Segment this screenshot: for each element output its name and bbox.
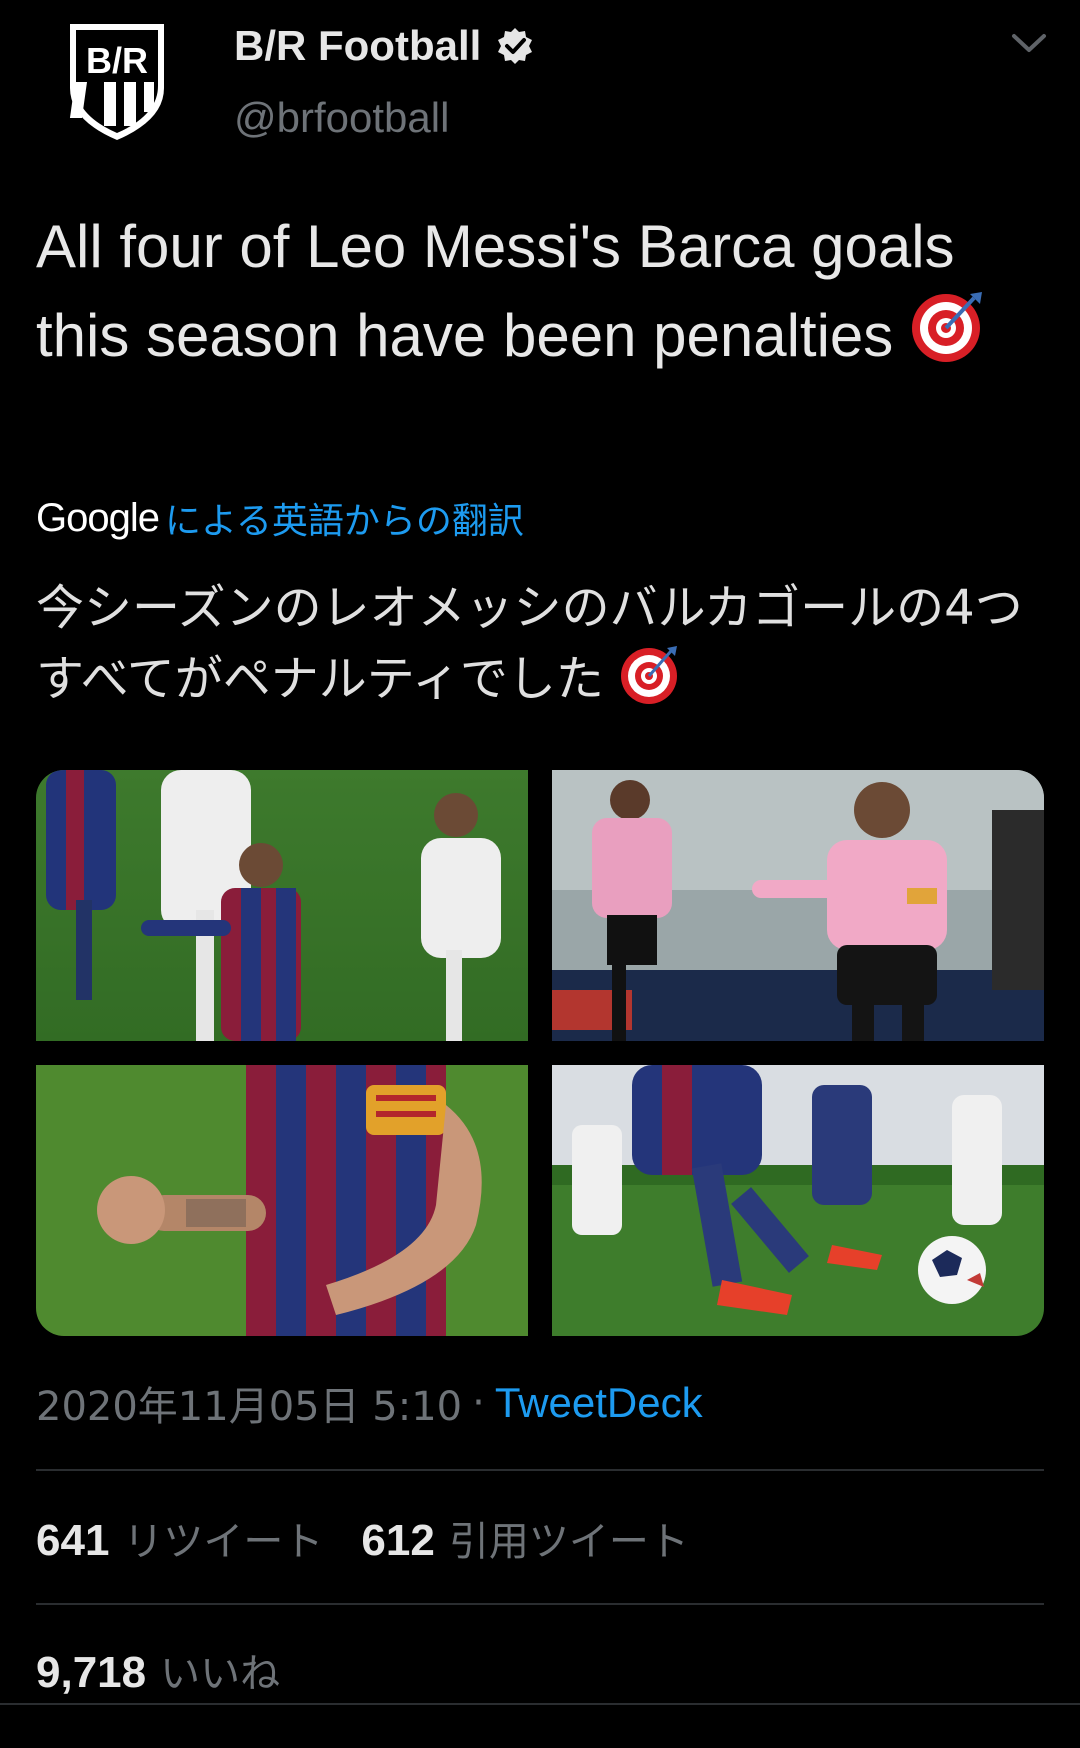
quote-tweets-label: 引用ツイート — [448, 1519, 689, 1565]
engagement-stats: 641 リツイート 612 引用ツイート — [36, 1508, 727, 1568]
chevron-down-icon[interactable] — [1010, 30, 1048, 58]
target-emoji-icon-translation — [619, 643, 681, 724]
photo-messi-fist-celebration[interactable] — [36, 1065, 528, 1336]
verified-badge-icon — [495, 26, 535, 66]
tweet-timestamp: 2020年11月05日 5:10 — [36, 1384, 463, 1430]
photo-messi-pink-kit[interactable] — [552, 770, 1044, 1041]
photo-messi-penalty-home[interactable] — [36, 770, 528, 1041]
photo-messi-ball-kick[interactable] — [552, 1065, 1044, 1336]
author-display-name[interactable]: B/R Football — [234, 22, 481, 70]
retweets-label: リツイート — [123, 1519, 324, 1565]
translated-text: 今シーズンのレオメッシのバルカゴールの4つすべてがペナルティでした — [36, 573, 1046, 724]
tweet-meta: 2020年11月05日 5:10 · TweetDeck — [36, 1375, 703, 1431]
likes-stat[interactable]: 9,718 いいね — [36, 1640, 318, 1700]
divider — [36, 1603, 1044, 1605]
tweet-text-body: All four of Leo Messi's Barca goals this… — [36, 213, 955, 369]
likes-label: いいね — [160, 1651, 281, 1697]
avatar-logo-text: B/R — [86, 40, 148, 81]
quote-tweets-stat[interactable]: 612 引用ツイート — [361, 1509, 688, 1567]
tweet-detail: B/R B/R Football @brfootball All four of… — [0, 0, 1080, 1748]
likes-count: 9,718 — [36, 1648, 147, 1697]
google-logo-text: Google — [36, 495, 160, 540]
translated-text-body: 今シーズンのレオメッシのバルカゴールの4つすべてがペナルティでした — [36, 580, 1023, 707]
retweets-stat[interactable]: 641 リツイート — [36, 1509, 323, 1567]
quote-tweets-count: 612 — [361, 1516, 435, 1565]
divider — [36, 1469, 1044, 1471]
divider — [0, 1703, 1080, 1705]
target-emoji-icon — [910, 288, 986, 385]
author-handle[interactable]: @brfootball — [234, 94, 449, 142]
retweets-count: 641 — [36, 1516, 110, 1565]
meta-separator: · — [472, 1380, 485, 1426]
br-shield-logo-icon[interactable]: B/R — [62, 18, 172, 143]
tweet-text: All four of Leo Messi's Barca goals this… — [36, 205, 1036, 385]
tweet-source-link[interactable]: TweetDeck — [495, 1379, 703, 1427]
author-name-row[interactable]: B/R Football — [234, 18, 535, 74]
translation-attribution[interactable]: Google による英語からの翻訳 — [36, 490, 524, 546]
translation-link[interactable]: による英語からの翻訳 — [165, 492, 524, 544]
media-grid — [36, 770, 1044, 1336]
likes-stat-inner: 9,718 いいね — [36, 1641, 280, 1699]
